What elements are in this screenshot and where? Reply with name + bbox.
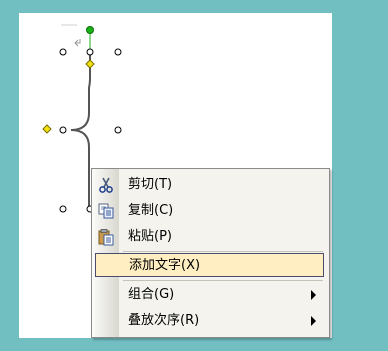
submenu-arrow-icon	[311, 290, 316, 300]
resize-handle[interactable]	[59, 205, 67, 213]
menu-separator	[123, 280, 323, 281]
menu-item-cut[interactable]: 剪切(T)	[95, 173, 324, 197]
menu-item-order[interactable]: 叠放次序(R)	[95, 309, 324, 333]
menu-item-group[interactable]: 组合(G)	[95, 283, 324, 307]
paragraph-mark	[74, 39, 81, 47]
rotation-handle[interactable]	[86, 26, 94, 34]
menu-item-label: 粘贴(P)	[128, 229, 172, 244]
right-brace-shape[interactable]	[70, 51, 91, 209]
menu-item-label: 添加文字(X)	[129, 258, 201, 273]
adjust-handle[interactable]	[85, 59, 95, 69]
context-menu: 剪切(T) 复制(C) 粘贴(P) 添加文字(X) 组合(G) 叠放次序(R)	[91, 168, 330, 338]
menu-item-copy[interactable]: 复制(C)	[95, 199, 324, 223]
menu-separator	[123, 251, 323, 252]
paste-icon	[97, 228, 115, 246]
menu-item-label: 组合(G)	[128, 287, 175, 302]
resize-handle[interactable]	[59, 48, 67, 56]
menu-item-paste[interactable]: 粘贴(P)	[95, 225, 324, 249]
resize-handle[interactable]	[114, 126, 122, 134]
menu-item-label: 复制(C)	[128, 203, 174, 218]
menu-item-label: 叠放次序(R)	[128, 313, 200, 328]
scissors-icon	[97, 176, 115, 194]
copy-icon	[97, 202, 115, 220]
menu-item-add-text[interactable]: 添加文字(X)	[95, 253, 324, 277]
resize-handle[interactable]	[59, 126, 67, 134]
adjust-handle[interactable]	[42, 124, 52, 134]
menu-item-label: 剪切(T)	[128, 177, 173, 192]
submenu-arrow-icon	[311, 316, 316, 326]
resize-handle[interactable]	[114, 48, 122, 56]
resize-handle[interactable]	[86, 48, 94, 56]
